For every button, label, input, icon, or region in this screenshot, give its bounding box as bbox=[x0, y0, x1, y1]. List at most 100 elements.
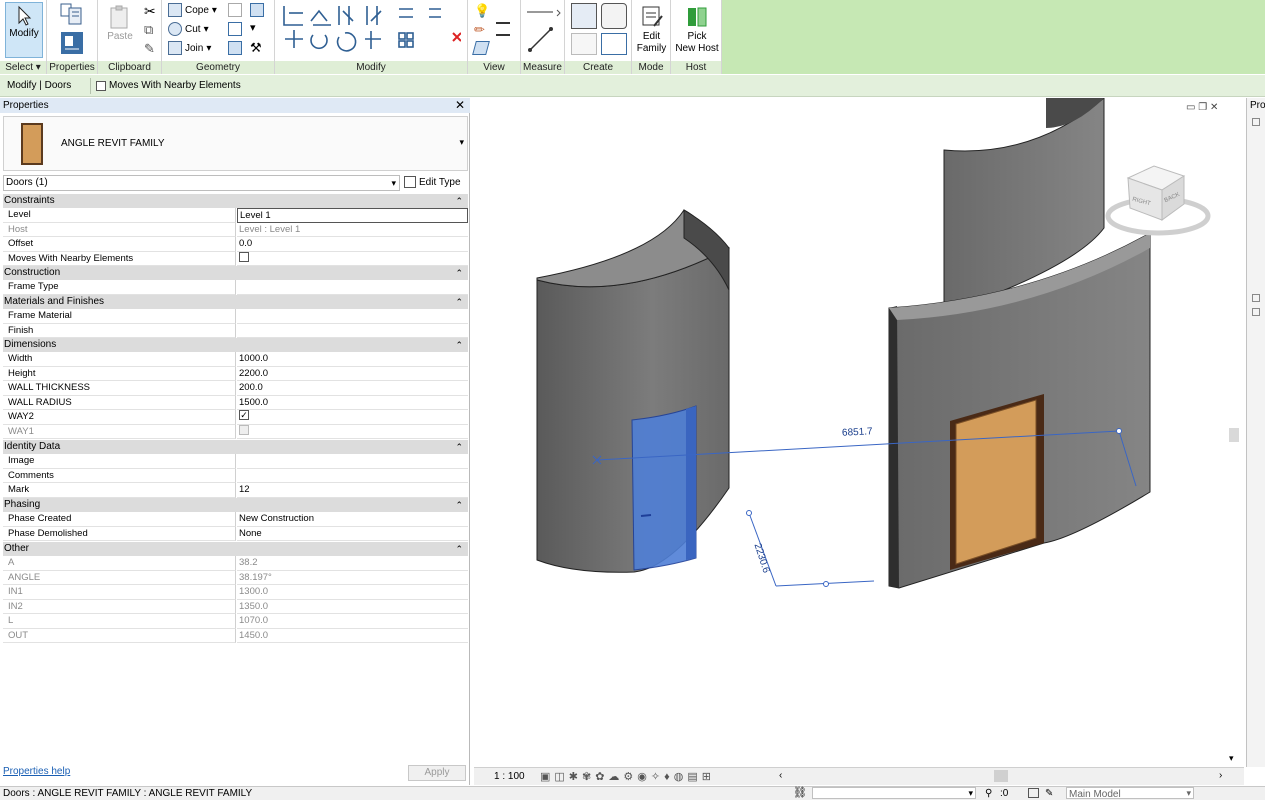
chevron-down-icon: ▾ bbox=[968, 788, 973, 798]
tree-collapse-icon[interactable] bbox=[1252, 118, 1260, 126]
scroll-left-icon[interactable]: ‹ bbox=[779, 770, 782, 781]
group-dimensions[interactable]: Dimensions ⌃ bbox=[3, 338, 468, 352]
create-assembly-icon[interactable] bbox=[571, 3, 597, 29]
tree-expand-icon[interactable] bbox=[1252, 308, 1260, 316]
modify-button[interactable]: Modify bbox=[5, 2, 43, 58]
context-label: Modify | Doors bbox=[7, 80, 72, 91]
view-scale[interactable]: 1 : 100 bbox=[494, 771, 525, 782]
prop-row: WAY1 bbox=[3, 424, 468, 439]
prop-row[interactable]: Height 2200.0 bbox=[3, 366, 468, 381]
lightbulb-icon[interactable]: 💡 bbox=[474, 3, 490, 19]
create-parts-icon[interactable] bbox=[601, 3, 627, 29]
create-similar-icon[interactable] bbox=[601, 33, 627, 55]
apply-button[interactable]: Apply bbox=[408, 765, 466, 781]
prop-row[interactable]: Image bbox=[3, 454, 468, 469]
group-other[interactable]: Other ⌃ bbox=[3, 542, 468, 556]
scroll-right-icon[interactable]: › bbox=[1219, 770, 1222, 781]
moves-checkbox[interactable] bbox=[239, 251, 249, 262]
create-group-icon[interactable] bbox=[571, 33, 597, 55]
join-button[interactable]: Join ▾ bbox=[168, 40, 211, 56]
copy-icon[interactable]: ⧉ bbox=[144, 22, 153, 38]
prop-row[interactable]: Phase Created New Construction bbox=[3, 512, 468, 527]
hammer-icon[interactable]: ⚒ bbox=[250, 40, 262, 56]
paste-icon bbox=[110, 5, 128, 29]
pick-new-host-button[interactable]: Pick New Host bbox=[673, 2, 721, 58]
tree-expand-icon[interactable] bbox=[1252, 294, 1260, 302]
type-properties-icon[interactable] bbox=[59, 30, 85, 56]
3d-viewport[interactable]: 6851.7 2230.6 RIGHT BACK ▭ ❐ ✕ ▾ bbox=[474, 98, 1244, 767]
prop-row[interactable]: Finish bbox=[3, 323, 468, 338]
prop-row[interactable]: Frame Type bbox=[3, 280, 468, 295]
prop-row[interactable]: WAY2 ✓ bbox=[3, 410, 468, 425]
properties-panel: Properties bbox=[47, 0, 98, 74]
worksharing-icon[interactable]: ⛓ bbox=[793, 787, 807, 800]
scroll-down-icon[interactable]: ▾ bbox=[1229, 753, 1234, 764]
close-icon[interactable]: ✕ bbox=[455, 98, 465, 112]
way2-checkbox[interactable]: ✓ bbox=[239, 410, 249, 421]
prop-row[interactable]: WALL RADIUS 1500.0 bbox=[3, 395, 468, 410]
properties-icon[interactable] bbox=[59, 2, 85, 28]
mode-panel-label: Mode bbox=[632, 61, 670, 74]
editable-icon[interactable]: ✎ bbox=[1045, 787, 1053, 800]
demolish-icon[interactable] bbox=[228, 41, 242, 55]
options-divider bbox=[90, 78, 91, 94]
type-selector[interactable]: ANGLE REVIT FAMILY ▾ bbox=[3, 116, 468, 171]
filter-icon[interactable]: ⚲ bbox=[985, 787, 992, 800]
split-face-icon[interactable] bbox=[228, 3, 242, 17]
group-identity[interactable]: Identity Data ⌃ bbox=[3, 440, 468, 454]
prop-row[interactable]: Comments bbox=[3, 468, 468, 483]
wall-joins-icon[interactable] bbox=[228, 22, 242, 36]
properties-panel-label: Properties bbox=[47, 61, 97, 74]
workset-select[interactable]: ▾ bbox=[812, 787, 976, 799]
edit-type-button[interactable]: Edit Type bbox=[404, 175, 468, 191]
prop-row[interactable]: Mark 12 bbox=[3, 483, 468, 498]
viewcube[interactable] bbox=[1105, 165, 1211, 236]
hide-element-icon[interactable] bbox=[472, 41, 490, 55]
aligned-dimension-icon[interactable] bbox=[527, 26, 557, 54]
dimension-long-label[interactable]: 6851.7 bbox=[842, 426, 873, 439]
prop-row[interactable]: Width 1000.0 bbox=[3, 352, 468, 367]
paint-icon[interactable] bbox=[250, 3, 264, 17]
override-graphics-icon[interactable]: ✏ bbox=[474, 22, 485, 38]
prop-row[interactable]: Level Level 1 bbox=[3, 208, 468, 223]
properties-header: Properties bbox=[0, 98, 470, 113]
prop-row[interactable]: Phase Demolished None bbox=[3, 526, 468, 541]
prop-row[interactable]: Offset 0.0 bbox=[3, 237, 468, 252]
group-phasing[interactable]: Phasing ⌃ bbox=[3, 498, 468, 512]
instance-filter-select[interactable]: Doors (1) ▾ bbox=[3, 175, 400, 191]
measure-panel-label: Measure bbox=[521, 61, 564, 74]
prop-row[interactable]: Moves With Nearby Elements bbox=[3, 251, 468, 266]
cut-geometry-icon bbox=[168, 22, 182, 36]
cut-geometry-button[interactable]: Cut ▾ bbox=[168, 21, 209, 37]
chevron-down-icon: ▾ bbox=[1186, 788, 1191, 798]
group-construction[interactable]: Construction ⌃ bbox=[3, 266, 468, 280]
geometry-dropdown-icon[interactable]: ▾ bbox=[250, 21, 256, 34]
prop-row[interactable]: WALL THICKNESS 200.0 bbox=[3, 381, 468, 396]
window-controls[interactable]: ▭ ❐ ✕ bbox=[1186, 102, 1218, 113]
linework-icon[interactable] bbox=[496, 22, 510, 36]
select-panel-label[interactable]: Select ▾ bbox=[0, 61, 46, 74]
design-option-select[interactable]: Main Model ▾ bbox=[1066, 787, 1194, 800]
type-dropdown-icon[interactable]: ▾ bbox=[459, 137, 464, 148]
match-properties-icon[interactable]: ✎ bbox=[144, 41, 155, 57]
view-control-icons[interactable]: ▣◫✱✾✿☁⚙◉✧♦◍▤⊞ bbox=[540, 770, 715, 783]
vertical-scroll-thumb[interactable] bbox=[1229, 428, 1239, 442]
paste-button[interactable]: Paste bbox=[102, 2, 138, 58]
group-materials[interactable]: Materials and Finishes ⌃ bbox=[3, 295, 468, 309]
prop-row[interactable]: Frame Material bbox=[3, 309, 468, 324]
design-options-icon[interactable] bbox=[1028, 788, 1039, 798]
prop-row: A 38.2 bbox=[3, 556, 468, 571]
modify-tools-icons[interactable] bbox=[281, 3, 461, 59]
dimension-short bbox=[746, 510, 875, 587]
mode-panel: Edit Family Mode bbox=[632, 0, 671, 74]
measure-icon[interactable] bbox=[525, 4, 561, 20]
horizontal-scroll-thumb[interactable] bbox=[994, 770, 1008, 782]
cut-icon[interactable]: ✂ bbox=[144, 3, 156, 20]
edit-family-button[interactable]: Edit Family bbox=[633, 2, 670, 58]
moves-with-nearby-checkbox[interactable] bbox=[96, 81, 106, 92]
group-constraints[interactable]: Constraints ⌃ bbox=[3, 194, 468, 208]
door-thumbnail-icon bbox=[21, 123, 43, 165]
cope-icon bbox=[168, 3, 182, 17]
cope-button[interactable]: Cope ▾ bbox=[168, 2, 217, 18]
properties-help-link[interactable]: Properties help bbox=[3, 766, 70, 777]
